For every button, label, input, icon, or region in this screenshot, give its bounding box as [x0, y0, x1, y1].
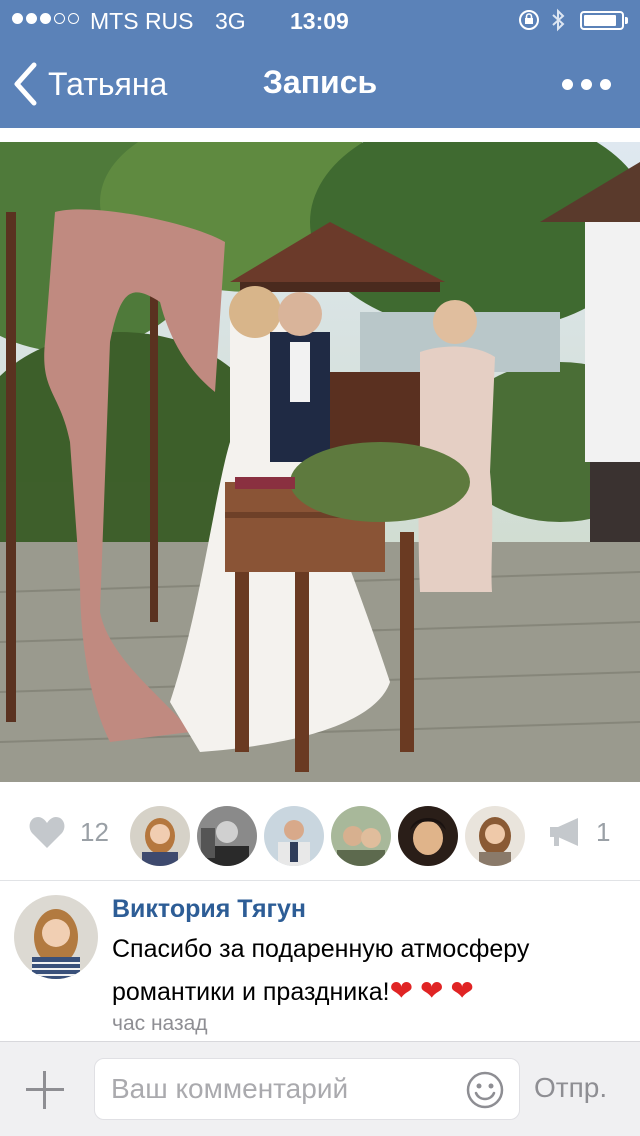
chevron-left-icon [14, 62, 37, 106]
comment-timestamp: час назад [112, 1012, 208, 1035]
battery-level [584, 15, 616, 26]
post-photo[interactable] [0, 142, 640, 782]
like-button[interactable]: 12 [28, 812, 109, 852]
comment-author[interactable]: Виктория Тягун [112, 895, 306, 924]
more-options-button[interactable] [558, 70, 614, 98]
top-bar: MTS RUS 3G 13:09 Татьяна Запись [0, 0, 640, 128]
comment-composer: Отпр. [0, 1041, 640, 1136]
more-dot-icon [562, 79, 573, 90]
liker-avatar[interactable] [264, 806, 324, 866]
heart-icon [29, 817, 65, 848]
signal-strength-icon [12, 13, 79, 24]
liker-avatar[interactable] [130, 806, 190, 866]
megaphone-icon [550, 818, 578, 846]
liker-avatar[interactable] [331, 806, 391, 866]
liker-avatar[interactable] [465, 806, 525, 866]
post-actions-row: 12 1 [0, 782, 640, 882]
network-type: 3G [215, 8, 246, 34]
likes-count: 12 [80, 816, 109, 847]
bluetooth-icon [552, 8, 565, 32]
send-button[interactable]: Отпр. [534, 1072, 607, 1104]
carrier-name: MTS RUS [90, 8, 194, 34]
heart-emoji-icon: ❤ [419, 975, 444, 1006]
emoji-smile-icon[interactable] [465, 1070, 505, 1110]
navigation-bar: Татьяна Запись [0, 40, 640, 128]
liker-avatars [130, 806, 525, 866]
liker-avatar[interactable] [197, 806, 257, 866]
share-button[interactable]: 1 [548, 812, 610, 852]
commenter-avatar[interactable] [14, 895, 98, 979]
liker-avatar[interactable] [398, 806, 458, 866]
attach-plus-button[interactable] [24, 1069, 66, 1111]
shares-count: 1 [596, 816, 611, 847]
back-button-label: Татьяна [48, 65, 168, 102]
rotation-lock-icon [519, 10, 539, 30]
battery-icon [580, 11, 628, 30]
more-dot-icon [600, 79, 611, 90]
heart-emoji-icon: ❤ [450, 975, 474, 1006]
comment-input[interactable] [94, 1058, 520, 1120]
comment-text: Спасибо за подаренную атмосферу романтик… [112, 928, 622, 1013]
comment-item: Виктория Тягун Спасибо за подаренную атм… [0, 881, 640, 1041]
more-dot-icon [581, 79, 592, 90]
back-button[interactable]: Татьяна [12, 60, 167, 108]
status-time: 13:09 [290, 8, 349, 34]
status-bar: MTS RUS 3G 13:09 [0, 0, 640, 40]
heart-emoji-icon: ❤ [389, 975, 414, 1006]
